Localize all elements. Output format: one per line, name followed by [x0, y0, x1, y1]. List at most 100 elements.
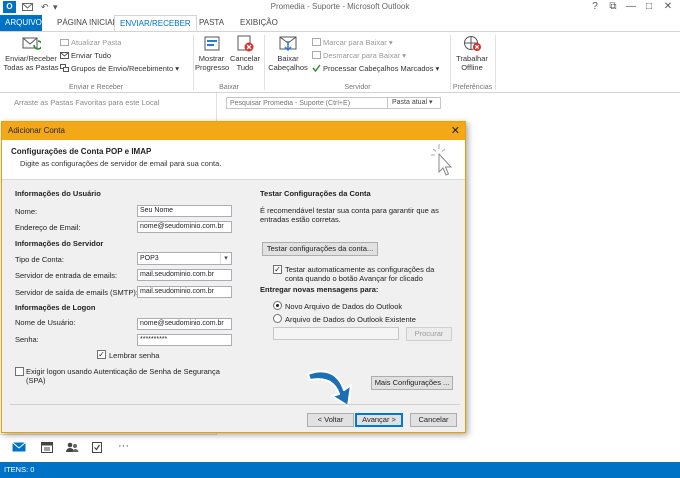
send-receive-all-icon — [21, 35, 43, 52]
account-type-select[interactable]: POP3 ▾ — [137, 252, 232, 265]
send-all-icon — [60, 51, 69, 59]
spa-checkbox[interactable] — [15, 367, 24, 376]
test-account-settings-button[interactable]: Testar configurações da conta... — [262, 242, 378, 256]
auto-test-label: Testar automaticamente as configurações … — [285, 265, 434, 283]
items-count: ITENS: 0 — [4, 465, 35, 474]
download-headers-button[interactable]: Baixar Cabeçalhos — [266, 35, 310, 72]
footer-divider — [10, 404, 460, 405]
reading-pane — [459, 93, 680, 462]
tab-exibicao[interactable]: EXIBIÇÃO — [235, 15, 283, 31]
dialog-header: Configurações de Conta POP e IMAP Digite… — [2, 140, 465, 180]
password-label: Senha: — [15, 335, 39, 344]
process-headers-icon — [312, 64, 321, 73]
test-settings-description: É recomendável testar sua conta para gar… — [260, 206, 439, 224]
spa-label: Exigir logon usando Autenticação de Senh… — [26, 367, 220, 385]
username-label: Nome de Usuário: — [15, 318, 76, 327]
tasks-icon[interactable] — [90, 441, 104, 453]
group-separator — [193, 35, 194, 90]
tab-pasta[interactable]: PASTA — [194, 15, 229, 31]
group-separator — [495, 35, 496, 90]
close-window-icon[interactable]: ✕ — [659, 1, 677, 13]
auto-test-label-line1: Testar automaticamente as configurações … — [285, 265, 435, 274]
search-input[interactable] — [227, 98, 377, 109]
download-headers-icon — [278, 35, 298, 52]
send-all-label: Enviar Tudo — [71, 51, 112, 60]
process-marked-headers-button[interactable]: Processar Cabeçalhos Marcados ▾ — [312, 63, 439, 74]
download-headers-label-1: Baixar — [277, 54, 299, 63]
user-info-section-title: Informações do Usuário — [15, 189, 101, 198]
maximize-icon[interactable]: □ — [640, 1, 658, 13]
logon-info-section-title: Informações de Logon — [15, 303, 96, 312]
dialog-heading: Configurações de Conta POP e IMAP — [11, 147, 152, 156]
incoming-server-label: Servidor de entrada de emails: — [15, 271, 118, 280]
send-receive-groups-label: Grupos de Envio/Recebimento — [71, 64, 174, 73]
tab-arquivo[interactable]: ARQUIVO — [0, 15, 42, 31]
email-label: Endereço de Email: — [15, 223, 81, 232]
calendar-icon[interactable] — [40, 441, 54, 453]
send-all-button[interactable]: Enviar Tudo — [60, 50, 111, 61]
next-button[interactable]: Avançar > — [355, 413, 403, 427]
work-offline-button[interactable]: Trabalhar Offline — [452, 35, 492, 72]
cancel-button[interactable]: Cancelar — [410, 413, 457, 427]
work-offline-icon — [462, 35, 482, 52]
help-icon[interactable]: ? — [586, 1, 604, 13]
send-receive-groups-button[interactable]: Grupos de Envio/Recebimento ▾ — [60, 63, 179, 74]
new-data-file-radio[interactable] — [273, 301, 282, 310]
pointer-arrow-icon — [307, 370, 352, 407]
minimize-icon[interactable]: — — [622, 1, 640, 13]
back-button[interactable]: < Voltar — [307, 413, 354, 427]
account-type-value: POP3 — [140, 255, 159, 262]
update-folder-icon — [60, 38, 69, 46]
show-progress-label-1: Mostrar — [198, 54, 225, 63]
more-settings-button[interactable]: Mais Configurações ... — [371, 376, 453, 390]
ribbon-display-options-icon[interactable]: ⧉ — [604, 1, 622, 13]
account-type-label: Tipo de Conta: — [15, 255, 64, 264]
unmark-to-download-button[interactable]: Desmarcar para Baixar ▾ — [312, 50, 406, 61]
email-field[interactable]: nome@seudominio.com.br — [137, 221, 232, 233]
existing-data-file-path-field[interactable] — [273, 327, 399, 340]
incoming-server-field[interactable]: mail.seudominio.com.br — [137, 269, 232, 281]
bottom-navigation-bar: ··· — [0, 434, 217, 462]
mail-icon[interactable] — [12, 441, 26, 453]
existing-data-file-radio[interactable] — [273, 314, 282, 323]
test-description-line2: entradas estão corretas. — [260, 215, 341, 224]
people-icon[interactable] — [65, 441, 79, 453]
dialog-close-icon[interactable]: ✕ — [451, 124, 460, 137]
tab-pagina-inicial[interactable]: PÁGINA INICIAL — [52, 15, 122, 31]
dialog-subheading: Digite as configurações de servidor de e… — [20, 159, 222, 168]
browse-button[interactable]: Procurar — [406, 327, 452, 341]
cancel-all-button[interactable]: Cancelar Tudo — [229, 35, 261, 72]
send-receive-all-button[interactable]: Enviar/Receber Todas as Pastas — [3, 35, 59, 72]
update-folder-button[interactable]: Atualizar Pasta — [60, 37, 121, 48]
password-field[interactable]: ********** — [137, 334, 232, 346]
more-options-icon[interactable]: ··· — [118, 441, 132, 453]
mark-download-icon — [312, 38, 321, 46]
auto-test-checkbox[interactable]: ✓ — [273, 265, 282, 274]
deliver-messages-section-title: Entregar novas mensagens para: — [260, 285, 379, 294]
name-field[interactable]: Seu Nome — [137, 205, 232, 217]
username-field[interactable]: nome@seudominio.com.br — [137, 318, 232, 330]
search-scope-dropdown[interactable]: Pasta atual ▾ — [387, 98, 433, 108]
server-info-section-title: Informações do Servidor — [15, 239, 104, 248]
tab-enviar-receber[interactable]: ENVIAR/RECEBER — [114, 15, 197, 31]
name-label: Nome: — [15, 207, 38, 216]
send-receive-all-label-1: Enviar/Receber — [5, 54, 57, 63]
group-label-preferences: Preferências — [452, 84, 493, 91]
remember-password-label: Lembrar senha — [109, 351, 160, 360]
remember-password-checkbox[interactable]: ✓ — [97, 350, 106, 359]
window-title: Promedia - Suporte - Microsoft Outlook — [270, 2, 410, 11]
dialog-title-bar: Adicionar Conta ✕ — [2, 122, 465, 140]
title-bar: O ↶ ▾ Promedia - Suporte - Microsoft Out… — [0, 0, 680, 15]
work-offline-label-1: Trabalhar — [456, 54, 488, 63]
show-progress-icon — [202, 35, 222, 52]
group-separator — [450, 35, 451, 90]
auto-test-label-line2: conta quando o botão Avançar for clicado — [285, 274, 423, 283]
ribbon-tabs: ARQUIVO PÁGINA INICIAL ENVIAR/RECEBER PA… — [0, 15, 680, 31]
outgoing-server-field[interactable]: mail.seudominio.com.br — [137, 286, 232, 298]
show-progress-button[interactable]: Mostrar Progresso — [195, 35, 229, 72]
mark-to-download-button[interactable]: Marcar para Baixar ▾ — [312, 37, 393, 48]
ribbon: Enviar/Receber Todas as Pastas Atualizar… — [0, 31, 680, 93]
process-marked-headers-label: Processar Cabeçalhos Marcados — [323, 64, 434, 73]
spa-label-line2: (SPA) — [26, 376, 46, 385]
unmark-download-icon — [312, 51, 321, 59]
